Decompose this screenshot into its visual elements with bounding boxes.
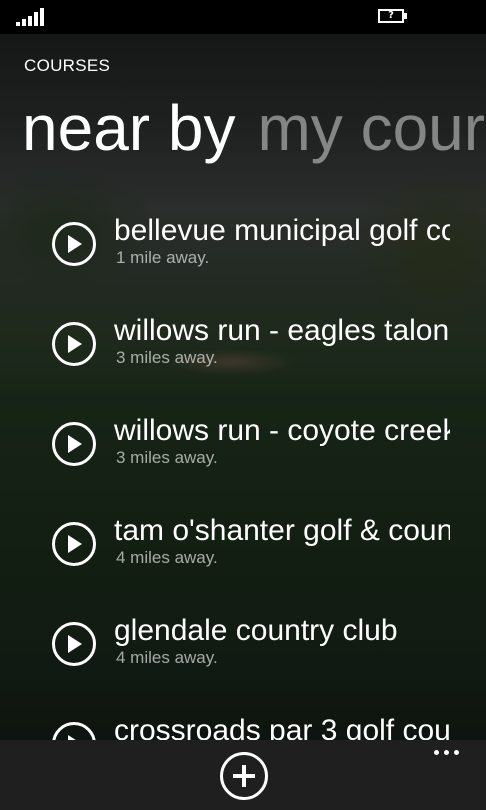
course-name: glendale country club (114, 614, 398, 647)
play-icon[interactable] (52, 222, 96, 266)
play-icon[interactable] (52, 622, 96, 666)
screen: ? COURSES near by my courses bellevue mun… (0, 0, 486, 810)
list-item[interactable]: bellevue municipal golf course 1 mile aw… (0, 200, 486, 290)
play-icon[interactable] (52, 522, 96, 566)
course-name: tam o'shanter golf & country club (114, 514, 450, 547)
list-item[interactable]: tam o'shanter golf & country club 4 mile… (0, 500, 486, 590)
signal-strength-icon (16, 8, 46, 26)
app-bar (0, 740, 486, 810)
tab-my-courses[interactable]: my courses (257, 92, 486, 164)
tab-near-by[interactable]: near by (22, 92, 235, 164)
add-icon[interactable] (220, 752, 268, 800)
course-distance: 4 miles away. (116, 648, 218, 667)
course-distance: 3 miles away. (116, 448, 218, 467)
status-bar: ? (0, 0, 486, 34)
list-item[interactable]: glendale country club 4 miles away. (0, 600, 486, 690)
play-icon[interactable] (52, 422, 96, 466)
list-item[interactable]: willows run - coyote creek 3 miles away. (0, 400, 486, 490)
battery-tip (404, 13, 407, 19)
course-distance: 3 miles away. (116, 348, 218, 367)
pivot-header: near by my courses (22, 88, 486, 168)
battery-unknown-icon: ? (378, 9, 404, 23)
battery-text: ? (388, 10, 394, 21)
list-item[interactable]: willows run - eagles talon 3 miles away. (0, 300, 486, 390)
course-name: willows run - eagles talon (114, 314, 450, 347)
course-name: bellevue municipal golf course (114, 214, 450, 247)
course-distance: 4 miles away. (116, 548, 218, 567)
course-distance: 1 mile away. (116, 248, 210, 267)
app-title: COURSES (24, 56, 111, 75)
play-icon[interactable] (52, 322, 96, 366)
course-name: willows run - coyote creek (114, 414, 450, 447)
more-icon[interactable] (434, 750, 464, 758)
